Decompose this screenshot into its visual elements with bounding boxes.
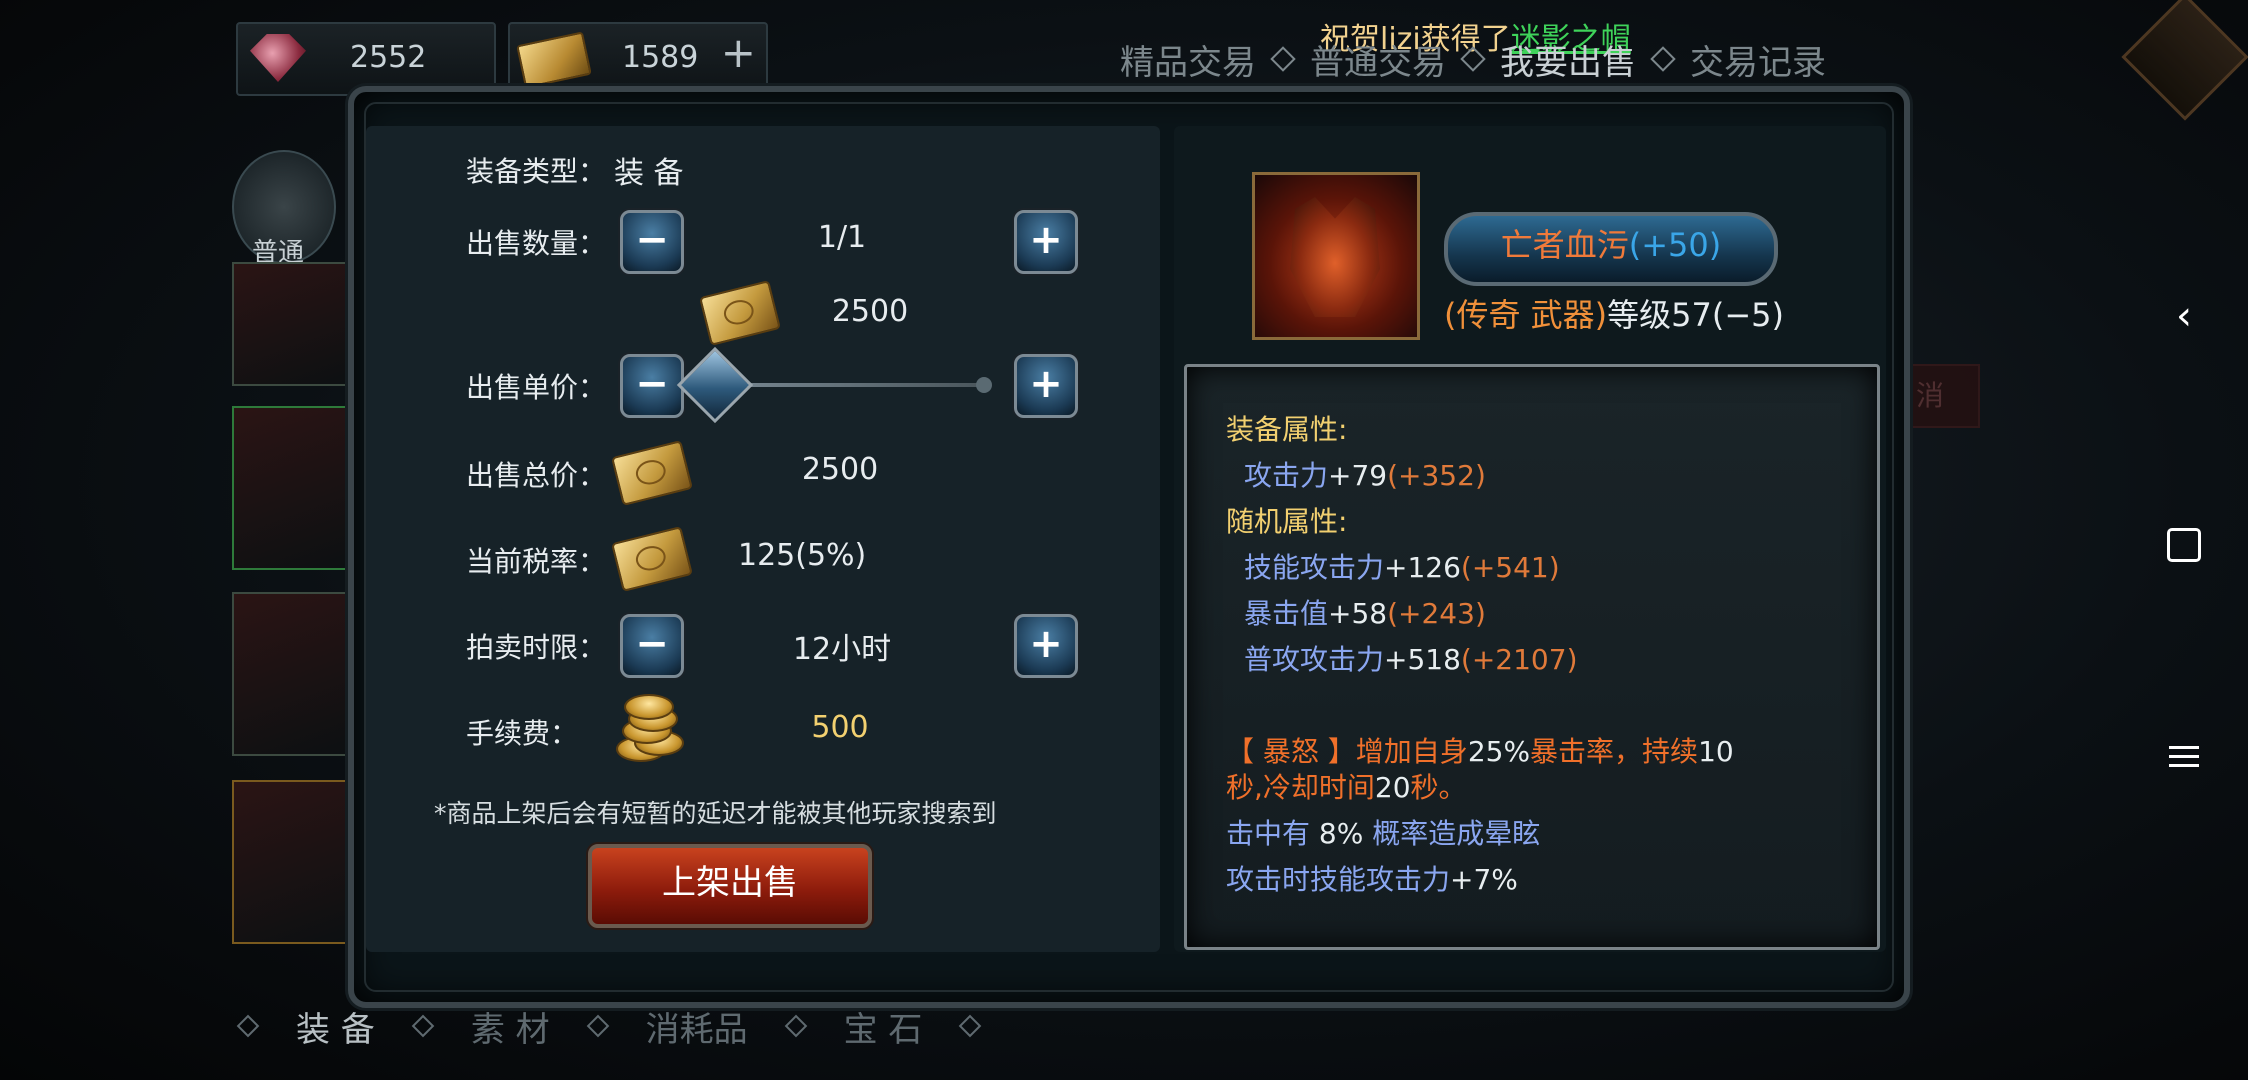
attack-bonus: (+352) <box>1387 459 1486 492</box>
crit-label: 暴击值 <box>1244 597 1329 630</box>
crit-bonus: (+243) <box>1387 597 1486 630</box>
ticket-amount: 1589 <box>622 40 699 75</box>
crit-base: +58 <box>1328 597 1388 630</box>
tab-trade-history[interactable]: 交易记录 <box>1690 35 1826 84</box>
skill-desc-2a: 秒,冷却时间 <box>1226 771 1375 804</box>
skill-desc-1b: 25% <box>1467 735 1531 768</box>
skill-desc-2b: 20 <box>1374 771 1411 804</box>
unit-price-label: 出售单价： <box>466 371 607 404</box>
nav-menu-icon[interactable] <box>2160 740 2208 788</box>
tab-separator <box>1460 46 1486 72</box>
tab-separator <box>959 1014 982 1038</box>
effect2b: +7% <box>1450 863 1518 896</box>
nav-home-icon[interactable] <box>2160 520 2208 568</box>
effect1b: 8% <box>1318 817 1364 850</box>
nav-back-icon[interactable]: ‹ <box>2160 292 2208 340</box>
tab-normal-trade[interactable]: 普通交易 <box>1310 35 1446 84</box>
tab-gems[interactable]: 宝 石 <box>844 1002 923 1051</box>
tab-separator <box>236 1014 260 1038</box>
skill-desc-1c: 暴击率，持续 <box>1530 735 1699 768</box>
demon-mask-icon <box>1290 197 1380 317</box>
skill-attack-label: 技能攻击力 <box>1244 551 1385 584</box>
normal-attack-label: 普攻攻击力 <box>1244 643 1385 676</box>
equip-attr-header: 装备属性: <box>1226 413 1348 446</box>
item-icon <box>1252 172 1420 340</box>
quantity-decrease-button[interactable]: − <box>620 210 684 274</box>
inventory-slot[interactable] <box>232 406 356 570</box>
random-attr-header: 随机属性: <box>1226 505 1348 538</box>
tab-sell[interactable]: 我要出售 <box>1500 35 1636 84</box>
skill-desc-1d: 10 <box>1698 735 1734 768</box>
item-quality: (传奇 武器) <box>1444 296 1608 334</box>
auction-time-label: 拍卖时限： <box>466 631 607 664</box>
tab-separator <box>411 1014 435 1038</box>
attack-stat: 攻击力+79(+352) <box>1244 454 1486 494</box>
tab-equipment[interactable]: 装 备 <box>296 1002 375 1051</box>
tab-premium-trade[interactable]: 精品交易 <box>1120 35 1256 84</box>
inventory-slot[interactable] <box>232 592 356 756</box>
skill-desc-1a: 【 暴怒 】增加自身 <box>1226 735 1468 768</box>
price-input[interactable]: 2500 <box>820 294 920 329</box>
total-price-label: 出售总价： <box>466 459 607 492</box>
tab-separator <box>1270 46 1296 72</box>
price-slider-end <box>976 377 992 393</box>
item-name-bonus: (+50) <box>1628 226 1722 264</box>
item-subtitle: (传奇 武器)等级57(−5) <box>1444 290 1784 336</box>
item-name-banner: 亡者血污(+50) <box>1444 212 1778 286</box>
tax-rate-label: 当前税率： <box>466 545 607 578</box>
tax-rate-value: 125(5%) <box>738 538 867 573</box>
type-value: 装 备 <box>614 156 684 191</box>
gem-currency: 2552 <box>236 22 496 96</box>
auction-time-value: 12小时 <box>792 632 892 667</box>
list-for-sale-button[interactable]: 上架出售 <box>588 844 872 928</box>
skill-bonus-effect: 攻击时技能攻击力+7% <box>1226 858 1518 898</box>
top-tab-bar: 精品交易 普通交易 我要出售 交易记录 <box>1120 34 1826 84</box>
normal-attack-stat: 普攻攻击力+518(+2107) <box>1244 638 1578 678</box>
skill-attack-bonus: (+541) <box>1460 551 1560 584</box>
skill-desc-2c: 秒。 <box>1410 771 1467 804</box>
gem-amount: 2552 <box>350 40 427 75</box>
stun-effect: 击中有 8% 概率造成晕眩 <box>1226 812 1540 852</box>
listing-delay-note: *商品上架后会有短暂的延迟才能被其他玩家搜索到 <box>434 799 997 828</box>
quantity-value: 1/1 <box>817 220 867 255</box>
normal-attack-base: +518 <box>1384 643 1461 676</box>
item-level: 等级57(−5) <box>1607 296 1785 334</box>
skill-desc-line1: 【 暴怒 】增加自身25%暴击率，持续10 <box>1226 730 1734 770</box>
inventory-slot[interactable] <box>232 262 356 386</box>
effect1a: 击中有 <box>1226 817 1319 850</box>
tab-separator <box>784 1014 807 1038</box>
ticket-currency: 1589 + <box>508 22 768 96</box>
inventory-slot[interactable] <box>232 780 356 944</box>
fee-value: 500 <box>811 710 869 745</box>
skill-desc-line2: 秒,冷却时间20秒。 <box>1226 766 1467 806</box>
tab-consumables[interactable]: 消耗品 <box>646 1002 748 1051</box>
normal-attack-bonus: (+2107) <box>1460 643 1578 676</box>
tab-separator <box>1650 46 1676 72</box>
tab-separator <box>586 1014 609 1038</box>
ticket-icon <box>516 31 592 89</box>
time-decrease-button[interactable]: − <box>620 614 684 678</box>
total-price-value: 2500 <box>801 452 879 487</box>
attack-base: +79 <box>1328 459 1388 492</box>
gem-icon <box>250 34 306 82</box>
attack-label: 攻击力 <box>1244 459 1329 492</box>
gold-coins-icon <box>612 692 684 762</box>
skill-attack-stat: 技能攻击力+126(+541) <box>1244 546 1560 586</box>
crit-stat: 暴击值+58(+243) <box>1244 592 1486 632</box>
price-decrease-button[interactable]: − <box>620 354 684 418</box>
price-increase-button[interactable]: + <box>1014 354 1078 418</box>
fee-label: 手续费： <box>466 717 579 750</box>
skill-attack-base: +126 <box>1384 551 1461 584</box>
effect2a: 攻击时技能攻击力 <box>1226 863 1451 896</box>
quantity-label: 出售数量： <box>466 227 607 260</box>
tab-materials[interactable]: 素 材 <box>471 1002 550 1051</box>
effect1c: 概率造成晕眩 <box>1363 817 1541 850</box>
add-currency-button[interactable]: + <box>721 32 756 74</box>
type-label: 装备类型： <box>466 155 607 188</box>
quantity-increase-button[interactable]: + <box>1014 210 1078 274</box>
time-increase-button[interactable]: + <box>1014 614 1078 678</box>
item-name: 亡者血污 <box>1500 226 1629 264</box>
